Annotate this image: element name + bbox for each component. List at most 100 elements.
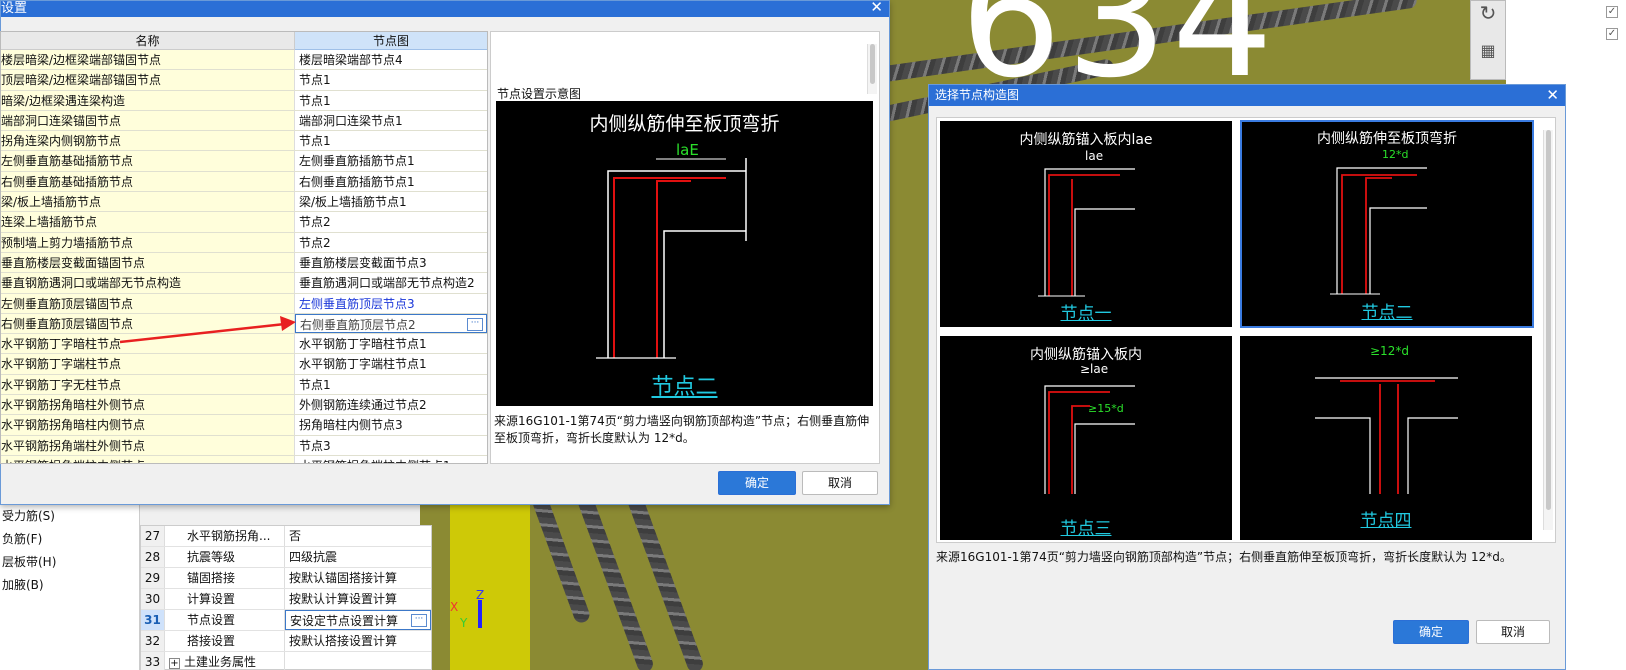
scrollbar[interactable] [867, 44, 877, 94]
node-setting-value[interactable]: 梁/板上墙插筋节点1 [295, 192, 487, 211]
table-row[interactable]: 水平钢筋拐角端柱内侧节点水平钢筋拐角端柱内侧节点1 [1, 455, 487, 463]
node-setting-value[interactable]: 节点1 [295, 375, 487, 394]
property-name: 节点设置 [165, 610, 285, 630]
table-row[interactable]: 垂直筋楼层变截面锚固节点 垂直筋楼层变截面节点3 [1, 252, 487, 274]
table-row[interactable]: 32 搭接设置 按默认搭接设置计算 [141, 631, 431, 652]
ellipsis-button[interactable]: ··· [467, 317, 483, 331]
node-setting-value[interactable]: 左侧垂直筋插筋节点1 [295, 151, 487, 170]
tree-item[interactable]: 受力筋(S) [0, 505, 139, 528]
row-number: 32 [141, 631, 165, 651]
node-setting-value[interactable]: 节点1 [295, 131, 487, 150]
table-row[interactable]: 拐角连梁内侧钢筋节点 节点1 [1, 131, 487, 152]
node-setting-value[interactable]: 楼层暗梁端部节点4 [295, 50, 487, 69]
table-row[interactable]: 左侧垂直筋顶层锚固节点 左侧垂直筋顶层节点3 [1, 293, 487, 314]
table-row[interactable]: 33 + 土建业务属性 [141, 652, 431, 670]
table-row[interactable]: 28 抗震等级 四级抗震 [141, 547, 431, 568]
table-row[interactable]: 右侧垂直筋基础插筋节点 右侧垂直筋插筋节点1 [1, 171, 487, 193]
row-number: 27 [141, 526, 165, 546]
dialog-titlebar[interactable]: 设置 ✕ [1, 0, 889, 17]
table-row[interactable]: 水平钢筋丁字无柱节点 节点1 [1, 374, 487, 396]
ellipsis-button[interactable]: ··· [411, 614, 427, 627]
cancel-button[interactable]: 取消 [1476, 620, 1550, 644]
close-icon[interactable]: ✕ [1546, 85, 1559, 106]
checkbox-icon[interactable]: ✓ [1606, 28, 1618, 40]
close-icon[interactable]: ✕ [870, 0, 883, 15]
table-row[interactable]: 右侧垂直筋顶层锚固节点 右侧垂直筋顶层节点2 ··· [1, 313, 487, 335]
node-description: 来源16G101-1第74页“剪力墙竖向钢筋顶部构造”节点；右侧垂直筋伸至板顶弯… [936, 550, 1512, 564]
node-setting-value[interactable]: 水平钢筋丁字暗柱节点1 [295, 334, 487, 353]
node-setting-value[interactable]: 水平钢筋拐角端柱内侧节点1 [295, 456, 487, 463]
table-row[interactable]: 29 锚固搭接 按默认锚固搭接计算 [141, 568, 431, 589]
property-value[interactable] [285, 652, 431, 670]
axis-z-arrow [478, 600, 482, 628]
node-option-2[interactable]: 内侧纵筋伸至板顶弯折 12*d 节点二 [1240, 120, 1534, 328]
scrollbar-thumb[interactable] [870, 44, 875, 84]
table-row[interactable]: 30 计算设置 按默认计算设置计算 [141, 589, 431, 610]
ok-button[interactable]: 确定 [718, 471, 796, 495]
cancel-button[interactable]: 取消 [802, 471, 878, 495]
node-setting-value[interactable]: 外侧钢筋连续通过节点2 [295, 395, 487, 414]
table-row[interactable]: 连梁上墙插筋节点 节点2 [1, 212, 487, 233]
table-row[interactable]: 预制墙上剪力墙插筋节点 节点2 [1, 232, 487, 253]
table-row[interactable]: 梁/板上墙插筋节点 梁/板上墙插筋节点1 [1, 192, 487, 213]
node-setting-value[interactable]: 节点3 [295, 436, 487, 455]
table-row-selected[interactable]: 31 节点设置 安设定节点设置计算 ··· [141, 610, 431, 631]
node-drawing [1330, 167, 1427, 295]
dialog-titlebar[interactable]: 选择节点构造图 ✕ [929, 85, 1565, 106]
property-value[interactable]: 按默认计算设置计算 [285, 589, 431, 609]
tree-item[interactable]: 层板带(H) [0, 551, 139, 574]
expand-icon[interactable]: + [169, 658, 180, 669]
tree-item[interactable]: 加腋(B) [0, 574, 139, 597]
node-settings-grid: 名称 节点图 楼层暗梁/边框梁端部锚固节点 楼层暗梁端部节点4 顶层暗梁/边框梁端部… [0, 31, 488, 464]
node-setting-value[interactable]: 节点1 [295, 91, 487, 110]
table-row[interactable]: 水平钢筋拐角端柱外侧节点 节点3 [1, 435, 487, 456]
table-row[interactable]: 暗梁/边框梁遇连梁构造 节点1 [1, 90, 487, 111]
table-row[interactable]: 垂直钢筋遇洞口或端部无节点构造 垂直筋遇洞口或端部无节点构造2 [1, 273, 487, 294]
property-value[interactable]: 按默认搭接设置计算 [285, 631, 431, 651]
node-option-3[interactable]: 内侧纵筋锚入板内 ≥lae ≥15*d 节点三 [940, 336, 1232, 540]
property-value[interactable]: 安设定节点设置计算 ··· [285, 610, 431, 630]
node-setting-value[interactable]: 水平钢筋丁字端柱节点1 [295, 354, 487, 373]
table-row[interactable]: 顶层暗梁/边框梁端部锚固节点 节点1 [1, 70, 487, 91]
node-setting-value[interactable]: 垂直筋遇洞口或端部无节点构造2 [295, 273, 487, 292]
ok-button[interactable]: 确定 [1393, 620, 1469, 644]
table-row[interactable]: 水平钢筋丁字暗柱节点 水平钢筋丁字暗柱节点1 [1, 334, 487, 355]
column-header-node[interactable]: 节点图 [295, 32, 487, 50]
node-drawing [1044, 385, 1135, 494]
table-row[interactable]: 27 水平钢筋拐角... 否 [141, 526, 431, 547]
table-row[interactable]: 端部洞口连梁锚固节点 端部洞口连梁节点1 [1, 110, 487, 132]
node-setting-value-text: 右侧垂直筋顶层节点2 [300, 317, 416, 332]
node-setting-value[interactable]: 节点1 [295, 70, 487, 89]
grid-icon[interactable]: ▦ [1471, 41, 1505, 60]
node-setting-name: 暗梁/边框梁遇连梁构造 [1, 90, 295, 110]
node-setting-value[interactable]: 左侧垂直筋顶层节点3 [295, 294, 487, 313]
refresh-icon[interactable]: ↻ [1471, 1, 1505, 25]
property-value[interactable]: 四级抗震 [285, 547, 431, 567]
node-setting-value[interactable]: 右侧垂直筋插筋节点1 [295, 172, 487, 191]
property-name: + 土建业务属性 [165, 652, 285, 670]
node-setting-value[interactable]: 垂直筋楼层变截面节点3 [295, 253, 487, 272]
column-header-name[interactable]: 名称 [1, 32, 295, 50]
node-setting-value[interactable]: 右侧垂直筋顶层节点2 ··· [295, 313, 487, 334]
node-option-4[interactable]: ≥12*d 节点四 [1240, 336, 1532, 540]
node-setting-value[interactable]: 拐角暗柱内侧节点3 [295, 415, 487, 434]
scrollbar[interactable] [1543, 130, 1553, 530]
node-option-1[interactable]: 内侧纵筋锚入板内lae lae 节点一 [940, 121, 1232, 327]
checkbox-icon[interactable]: ✓ [1606, 6, 1618, 18]
table-row[interactable]: 左侧垂直筋基础插筋节点 左侧垂直筋插筋节点1 [1, 151, 487, 172]
node-setting-value[interactable]: 端部洞口连梁节点1 [295, 111, 487, 130]
node-drawing [1038, 168, 1135, 297]
table-row[interactable]: 水平钢筋拐角暗柱内侧节点 拐角暗柱内侧节点3 [1, 415, 487, 436]
node-setting-name: 水平钢筋拐角暗柱外侧节点 [1, 395, 295, 415]
tree-item[interactable]: 负筋(F) [0, 528, 139, 551]
property-value[interactable]: 按默认锚固搭接计算 [285, 568, 431, 588]
table-row[interactable]: 楼层暗梁/边框梁端部锚固节点 楼层暗梁端部节点4 [1, 50, 487, 71]
table-row[interactable]: 水平钢筋丁字端柱节点 水平钢筋丁字端柱节点1 [1, 354, 487, 375]
table-row[interactable]: 水平钢筋拐角暗柱外侧节点 外侧钢筋连续通过节点2 [1, 395, 487, 416]
scrollbar-thumb[interactable] [1546, 130, 1551, 510]
property-value[interactable]: 否 [285, 526, 431, 546]
axis-y-label: Y [460, 616, 468, 630]
node-setting-value[interactable]: 节点2 [295, 212, 487, 231]
property-name: 搭接设置 [165, 631, 285, 651]
node-setting-value[interactable]: 节点2 [295, 233, 487, 252]
